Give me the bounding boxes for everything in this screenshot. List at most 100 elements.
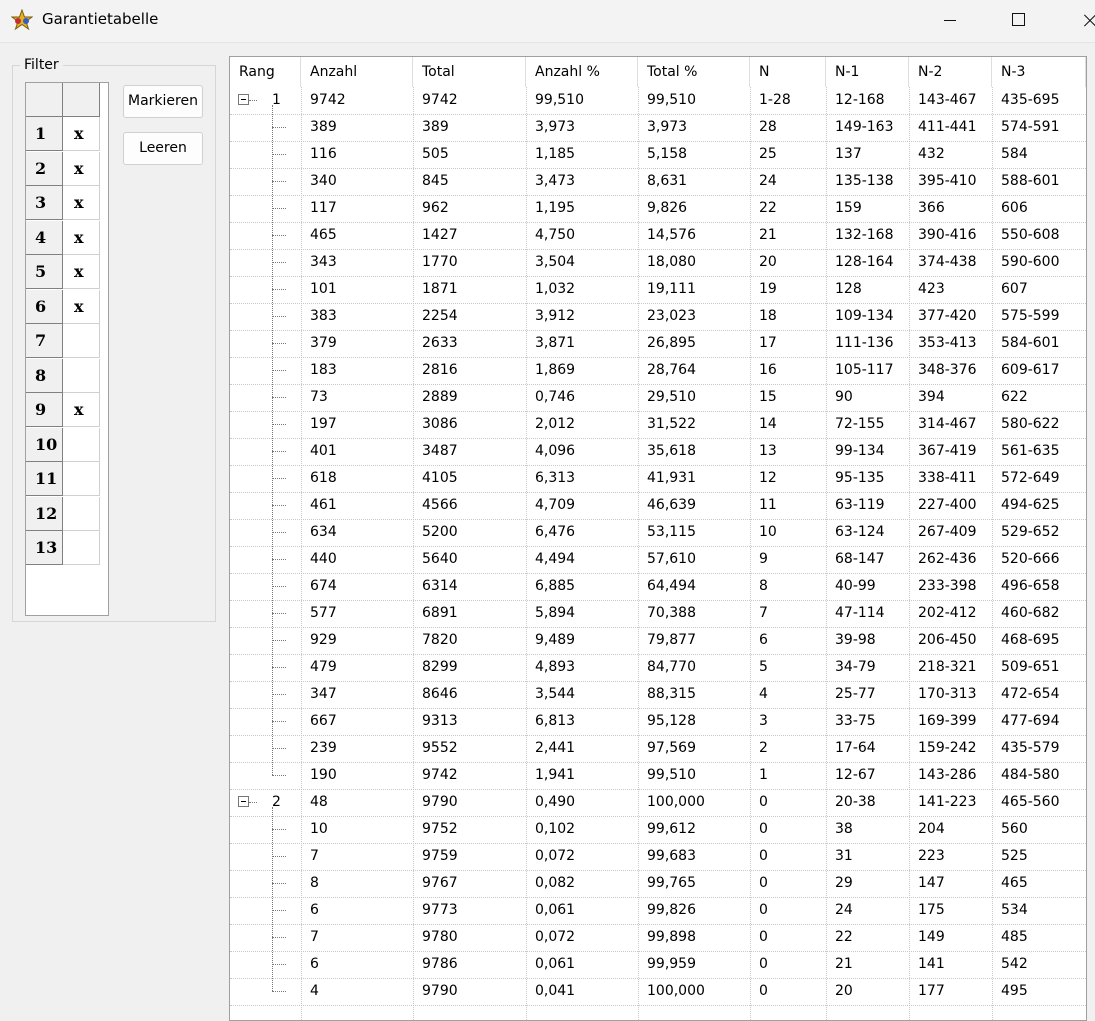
- table-cell: 520-666: [1001, 551, 1060, 567]
- table-row[interactable]: 401 3487 4,096 35,618 13 99-134 367-419 561-635: [230, 438, 1086, 466]
- column-header[interactable]: Total: [413, 57, 526, 87]
- table-cell: 116: [310, 146, 337, 162]
- table-row[interactable]: 389 389 3,973 3,973 28 149-163 411-441 574-591: [230, 114, 1086, 142]
- markieren-button[interactable]: Markieren: [123, 85, 203, 118]
- filter-row-value[interactable]: [63, 531, 100, 565]
- filter-row-value[interactable]: x: [63, 220, 100, 255]
- table-cell: 5,158: [647, 146, 688, 162]
- column-header[interactable]: N-2: [909, 57, 992, 87]
- table-row[interactable]: 10 9752 0,102 99,612 0 38 204 560: [230, 816, 1086, 844]
- table-row[interactable]: 343 1770 3,504 18,080 20 128-164 374-438 590-60…: [230, 249, 1086, 277]
- table-row[interactable]: 577 6891 5,894 70,388 7 47-114 202-412 460-682: [230, 600, 1086, 628]
- table-cell: 5: [759, 659, 768, 675]
- filter-row-value[interactable]: [63, 324, 100, 358]
- filter-row-value[interactable]: [63, 358, 100, 393]
- table-row[interactable]: 379 2633 3,871 26,895 17 111-136 353-413 584-60…: [230, 330, 1086, 358]
- table-row[interactable]: 190 9742 1,941 99,510 1 12-67 143-286 484-580: [230, 762, 1086, 790]
- filter-row[interactable]: 4x: [26, 220, 100, 255]
- column-header[interactable]: Anzahl: [301, 57, 413, 87]
- column-header[interactable]: Rang: [230, 57, 301, 87]
- table-cell: 99,510: [647, 92, 696, 108]
- filter-row-value[interactable]: [63, 496, 100, 531]
- filter-row[interactable]: 11: [26, 462, 100, 496]
- table-cell: 117: [310, 200, 337, 216]
- table-cell: 496-658: [1001, 578, 1060, 594]
- group-row[interactable]: 1 9742 9742 99,510 99,510 1-28 12-168 143-467 43…: [230, 87, 1086, 115]
- table-row[interactable]: 461 4566 4,709 46,639 11 63-119 227-400 494-625: [230, 492, 1086, 520]
- table-row[interactable]: 239 9552 2,441 97,569 2 17-64 159-242 435-579: [230, 735, 1086, 763]
- filter-row[interactable]: 12: [26, 496, 100, 531]
- table-cell: 4: [759, 686, 768, 702]
- close-button[interactable]: [1065, 0, 1095, 40]
- filter-row[interactable]: 2x: [26, 151, 100, 186]
- filter-row[interactable]: 9x: [26, 393, 100, 427]
- table-row[interactable]: 383 2254 3,912 23,023 18 109-134 377-420 575-59…: [230, 303, 1086, 331]
- filter-row-value[interactable]: x: [63, 393, 100, 427]
- table-row[interactable]: 340 845 3,473 8,631 24 135-138 395-410 588-601: [230, 168, 1086, 196]
- table-cell: 5,894: [535, 605, 576, 621]
- maximize-button[interactable]: [996, 0, 1042, 40]
- tree-connector: [272, 559, 286, 560]
- tree-connector: [272, 316, 286, 317]
- table-row[interactable]: 667 9313 6,813 95,128 3 33-75 169-399 477-694: [230, 708, 1086, 736]
- table-row[interactable]: 116 505 1,185 5,158 25 137 432 584: [230, 141, 1086, 169]
- table-cell: 584-601: [1001, 335, 1060, 351]
- filter-row-value[interactable]: x: [63, 255, 100, 289]
- table-cell: 233-398: [918, 578, 977, 594]
- filter-row-value[interactable]: x: [63, 151, 100, 186]
- tree-connector: [272, 613, 286, 614]
- table-row[interactable]: 4 9790 0,041 100,000 0 20 177 495: [230, 978, 1086, 1006]
- table-cell: 465: [310, 227, 337, 243]
- table-cell: 63-119: [835, 497, 885, 513]
- minimize-button[interactable]: [928, 0, 974, 40]
- table-row[interactable]: 7 9780 0,072 99,898 0 22 149 485: [230, 924, 1086, 952]
- table-row[interactable]: 73 2889 0,746 29,510 15 90 394 622: [230, 384, 1086, 412]
- table-row[interactable]: 347 8646 3,544 88,315 4 25-77 170-313 472-654: [230, 681, 1086, 709]
- table-cell: 70,388: [647, 605, 696, 621]
- filter-row[interactable]: 6x: [26, 289, 100, 324]
- table-cell: 57,610: [647, 551, 696, 567]
- column-divider: [413, 87, 414, 1020]
- column-header[interactable]: Anzahl %: [526, 57, 638, 87]
- filter-grid[interactable]: 1 x 2 x 3 x 4 x 5 x 6 x 7 8 9 x 10 11 12 13: [25, 82, 109, 616]
- filter-row-value[interactable]: [63, 462, 100, 496]
- table-row[interactable]: 6 9786 0,061 99,959 0 21 141 542: [230, 951, 1086, 979]
- collapse-icon[interactable]: [238, 796, 249, 807]
- table-cell: 343: [310, 254, 337, 270]
- filter-row[interactable]: 8: [26, 358, 100, 393]
- column-header[interactable]: N-1: [826, 57, 909, 87]
- filter-row[interactable]: 5x: [26, 255, 100, 289]
- column-header[interactable]: Total %: [638, 57, 750, 87]
- filter-row-value[interactable]: x: [63, 289, 100, 324]
- table-row[interactable]: 101 1871 1,032 19,111 19 128 423 607: [230, 276, 1086, 304]
- filter-row[interactable]: 1x: [26, 117, 100, 151]
- table-row[interactable]: 929 7820 9,489 79,877 6 39-98 206-450 468-695: [230, 627, 1086, 655]
- filter-row-value[interactable]: x: [63, 186, 100, 220]
- table-row[interactable]: 197 3086 2,012 31,522 14 72-155 314-467 580-622: [230, 411, 1086, 439]
- collapse-icon[interactable]: [238, 94, 249, 105]
- table-row[interactable]: 674 6314 6,885 64,494 8 40-99 233-398 496-658: [230, 573, 1086, 601]
- table-row[interactable]: 183 2816 1,869 28,764 16 105-117 348-376 609-61…: [230, 357, 1086, 385]
- group-row[interactable]: 2 48 9790 0,490 100,000 0 20-38 141-223 465-560: [230, 789, 1086, 817]
- filter-row[interactable]: 13: [26, 531, 100, 565]
- leeren-button[interactable]: Leeren: [123, 132, 203, 165]
- table-cell: 8: [310, 875, 319, 891]
- table-row[interactable]: 479 8299 4,893 84,770 5 34-79 218-321 509-651: [230, 654, 1086, 682]
- table-row[interactable]: 7 9759 0,072 99,683 0 31 223 525: [230, 843, 1086, 871]
- column-header[interactable]: N: [750, 57, 826, 87]
- filter-row-value[interactable]: x: [63, 117, 100, 151]
- table-row[interactable]: 465 1427 4,750 14,576 21 132-168 390-416 550-60…: [230, 222, 1086, 250]
- filter-row-value[interactable]: [63, 427, 100, 462]
- filter-row[interactable]: 3x: [26, 186, 100, 220]
- filter-row[interactable]: 7: [26, 324, 100, 358]
- table-row[interactable]: 440 5640 4,494 57,610 9 68-147 262-436 520-666: [230, 546, 1086, 574]
- column-header[interactable]: N-3: [992, 57, 1086, 87]
- results-table[interactable]: Rang Anzahl Total Anzahl % Total % N N-1 N-2 N-3…: [229, 56, 1087, 1021]
- table-row[interactable]: 634 5200 6,476 53,115 10 63-124 267-409 529-652: [230, 519, 1086, 547]
- filter-row[interactable]: 10: [26, 427, 100, 462]
- table-cell: 395-410: [918, 173, 977, 189]
- table-row[interactable]: 8 9767 0,082 99,765 0 29 147 465: [230, 870, 1086, 898]
- table-row[interactable]: 6 9773 0,061 99,826 0 24 175 534: [230, 897, 1086, 925]
- table-row[interactable]: 618 4105 6,313 41,931 12 95-135 338-411 572-649: [230, 465, 1086, 493]
- table-row[interactable]: 117 962 1,195 9,826 22 159 366 606: [230, 195, 1086, 223]
